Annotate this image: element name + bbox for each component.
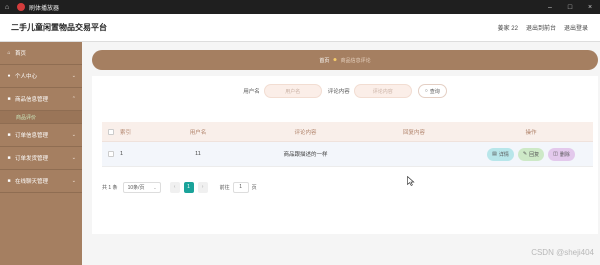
username-label: 用户名 <box>243 89 260 95</box>
breadcrumb-home[interactable]: 首页 <box>319 57 329 64</box>
watermark: CSDN @sheji404 <box>531 248 594 257</box>
cell-index: 1 <box>120 151 124 157</box>
chevron-down-icon: ⌄ <box>71 73 76 79</box>
chevron-down-icon: ⌄ <box>71 132 76 138</box>
content-panel: 用户名 用户名 评论内容 评论内容 ○ 查询 索引 用户名 评论内容 回复内容 … <box>92 76 598 234</box>
window-controls: – □ × <box>540 0 600 14</box>
col-reply: 回复内容 <box>402 129 425 136</box>
sidebar-item-label: 个人中心 <box>15 74 38 80</box>
user-icon: ● <box>7 73 11 79</box>
sidebar-item-goods-management[interactable]: ■ 商品信息管理 ⌃ <box>0 88 82 111</box>
search-bar: 用户名 用户名 评论内容 评论内容 ○ 查询 <box>92 83 598 99</box>
folder-icon: ■ <box>7 132 11 138</box>
chevron-down-icon: ⌄ <box>71 155 76 161</box>
reviews-table: 索引 用户名 评论内容 回复内容 操作 1 11 商品跟描述的一样 ▤ 详情 ✎… <box>102 122 593 167</box>
sidebar-item-shipping-management[interactable]: ■ 订单发货管理 ⌄ <box>0 147 82 170</box>
comment-label: 评论内容 <box>327 89 350 95</box>
document-icon: ▤ <box>492 151 497 157</box>
player-icon <box>17 3 25 11</box>
current-user-label: 姜家 22 <box>497 26 518 32</box>
cell-comment: 商品跟描述的一样 <box>283 152 328 158</box>
total-count: 共 1 条 <box>102 184 118 191</box>
page-size-value: 10条/页 <box>127 184 145 191</box>
delete-button[interactable]: ◫ 删除 <box>548 147 575 161</box>
sidebar-item-chat-management[interactable]: ■ 在线聊天管理 ⌄ <box>0 170 82 193</box>
next-page-button[interactable]: › <box>197 181 208 193</box>
cell-username: 11 <box>195 151 201 157</box>
search-icon: ○ <box>424 88 428 94</box>
row-checkbox[interactable] <box>108 151 114 157</box>
sidebar: ⌂ 首页 ● 个人中心 ⌄ ■ 商品信息管理 ⌃ 商品评价 ■ 订单信息管理 ⌄… <box>0 42 82 265</box>
sidebar-item-label: 订单发货管理 <box>15 156 49 162</box>
sidebar-subitem-goods-review[interactable]: 商品评价 <box>0 111 82 124</box>
mouse-cursor-icon <box>407 176 415 186</box>
reply-button-label: 回复 <box>529 151 540 158</box>
sidebar-item-order-management[interactable]: ■ 订单信息管理 ⌄ <box>0 124 82 147</box>
maximize-button[interactable]: □ <box>560 0 580 14</box>
site-title: 二手儿童闲置物品交易平台 <box>11 23 107 32</box>
page-size-select[interactable]: 10条/页 ⌄ <box>122 181 161 193</box>
reply-button[interactable]: ✎ 回复 <box>517 147 545 161</box>
sidebar-item-personal-center[interactable]: ● 个人中心 ⌄ <box>0 65 82 88</box>
header-links: 姜家 22 退出到前台 退出登录 <box>498 23 588 32</box>
edit-icon: ✎ <box>522 151 528 157</box>
folder-icon: ■ <box>7 155 11 161</box>
main-content: 首页 ☻ 商品信息评论 用户名 用户名 评论内容 评论内容 ○ 查询 索引 用户… <box>82 42 600 265</box>
emoji-icon: ☻ <box>332 57 338 63</box>
col-username: 用户名 <box>189 129 207 136</box>
username-input[interactable]: 用户名 <box>263 84 322 98</box>
sidebar-item-label: 商品信息管理 <box>15 97 49 103</box>
detail-button-label: 详情 <box>498 151 509 158</box>
pagination: 共 1 条 10条/页 ⌄ ‹ 1 › 前往 1 页 <box>102 181 257 193</box>
search-button[interactable]: ○ 查询 <box>417 84 447 98</box>
search-button-label: 查询 <box>429 88 440 95</box>
table-row: 1 11 商品跟描述的一样 ▤ 详情 ✎ 回复 ◫ 删除 <box>102 142 593 167</box>
col-comment: 评论内容 <box>294 129 317 136</box>
page-number-current[interactable]: 1 <box>183 181 194 193</box>
chevron-down-icon: ⌄ <box>153 184 157 190</box>
breadcrumb: 首页 ☻ 商品信息评论 <box>92 50 598 70</box>
breadcrumb-current: 商品信息评论 <box>340 57 371 64</box>
page-unit-label: 页 <box>251 184 257 191</box>
col-actions: 操作 <box>525 129 537 136</box>
goto-page-input[interactable]: 1 <box>232 181 249 193</box>
trash-icon: ◫ <box>553 151 558 157</box>
sidebar-item-label: 首页 <box>15 51 27 57</box>
sidebar-item-label: 在线聊天管理 <box>15 179 49 185</box>
app-header: 二手儿童闲置物品交易平台 姜家 22 退出到前台 退出登录 <box>0 14 600 42</box>
col-index: 索引 <box>120 129 132 136</box>
select-all-checkbox[interactable] <box>108 128 114 135</box>
window-titlebar: ⌂ 刷体播放器 – □ × <box>0 0 600 14</box>
comment-input[interactable]: 评论内容 <box>353 84 412 98</box>
prev-page-button[interactable]: ‹ <box>169 181 180 193</box>
goto-label: 前往 <box>219 184 230 191</box>
delete-button-label: 删除 <box>559 151 570 158</box>
chevron-down-icon: ⌄ <box>71 178 76 184</box>
close-button[interactable]: × <box>580 0 600 14</box>
chevron-up-icon: ⌃ <box>71 96 76 102</box>
home-icon[interactable]: ⌂ <box>0 0 14 14</box>
logout-link[interactable]: 退出登录 <box>564 23 588 32</box>
sidebar-item-label: 订单信息管理 <box>15 133 49 139</box>
folder-icon: ■ <box>7 96 11 102</box>
sidebar-item-home[interactable]: ⌂ 首页 <box>0 42 82 65</box>
back-to-front-link[interactable]: 退出到前台 <box>526 23 556 32</box>
window-title: 刷体播放器 <box>29 5 60 12</box>
table-header: 索引 用户名 评论内容 回复内容 操作 <box>102 122 593 142</box>
folder-icon: ■ <box>7 178 11 184</box>
cell-actions: ▤ 详情 ✎ 回复 ◫ 删除 <box>469 147 593 161</box>
home-icon: ⌂ <box>7 50 11 56</box>
detail-button[interactable]: ▤ 详情 <box>487 147 514 161</box>
minimize-button[interactable]: – <box>540 0 560 14</box>
